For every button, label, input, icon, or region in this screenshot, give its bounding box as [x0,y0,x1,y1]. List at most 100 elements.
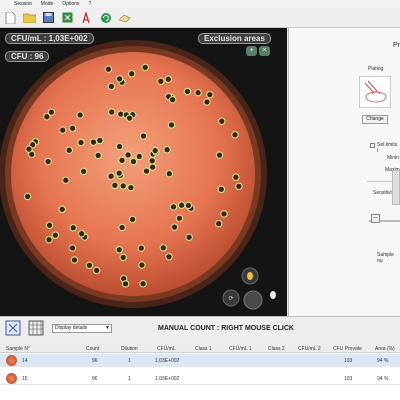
colony-marker[interactable] [111,181,119,190]
colony-marker[interactable] [65,146,73,154]
colony-marker[interactable] [115,75,124,83]
colony-marker[interactable] [115,169,123,177]
colony-marker[interactable] [118,156,126,165]
colony-marker[interactable] [107,82,116,91]
colony-marker[interactable] [142,167,151,175]
colony-marker[interactable] [183,87,192,96]
colony-marker[interactable] [184,201,193,210]
colony-marker[interactable] [121,280,130,288]
colony-marker[interactable] [139,279,147,288]
colony-marker[interactable] [58,205,66,214]
pdf-icon[interactable] [80,11,93,24]
colony-marker[interactable] [92,266,101,275]
colony-marker[interactable] [177,201,186,209]
colony-marker[interactable] [104,65,113,73]
change-plating-button[interactable]: Change [362,115,388,124]
colony-marker[interactable] [129,157,138,166]
grid-icon[interactable] [28,320,44,336]
colony-marker[interactable] [135,152,144,161]
colony-marker[interactable] [107,108,116,116]
colony-marker[interactable] [89,138,98,146]
colony-marker[interactable] [148,163,157,171]
colony-marker[interactable] [165,169,174,178]
set-limits-checkbox[interactable] [370,143,375,148]
colony-marker[interactable] [148,157,156,165]
colony-marker[interactable] [62,176,70,184]
colony-marker[interactable] [159,244,168,252]
refresh-icon[interactable] [99,11,112,24]
colony-marker[interactable] [218,117,226,125]
colony-marker[interactable] [169,203,178,211]
colony-marker[interactable] [68,244,77,252]
colony-marker[interactable] [167,121,176,129]
colony-marker[interactable] [23,192,32,201]
colony-marker[interactable] [220,210,228,218]
colony-marker[interactable] [164,75,173,83]
colony-marker[interactable] [79,167,88,176]
colony-marker[interactable] [115,142,124,151]
colony-marker[interactable] [185,233,193,242]
colony-marker[interactable] [168,96,177,104]
colony-marker[interactable] [214,219,223,228]
colony-marker[interactable] [232,173,240,181]
colony-marker[interactable] [68,124,77,133]
sensitivity-slider-thumb[interactable]: — [371,214,380,223]
excel-export-icon[interactable] [61,11,74,24]
colony-marker[interactable] [25,145,33,153]
colony-marker[interactable] [127,69,136,78]
colony-marker[interactable] [124,151,132,159]
colony-marker[interactable] [70,256,79,264]
remove-exclusion-icon[interactable]: × [259,46,270,56]
colony-marker[interactable] [235,182,243,191]
colony-marker[interactable] [77,229,86,238]
menu-mode[interactable]: Mode [41,1,54,7]
colony-marker[interactable] [215,151,224,159]
add-exclusion-icon[interactable]: + [246,46,257,56]
colony-marker[interactable] [45,221,54,229]
table-row[interactable]: 14 96 1 1,03E+002 103 94 % [0,354,400,367]
colony-marker[interactable] [157,77,165,86]
colony-marker[interactable] [44,157,52,166]
colony-marker[interactable] [115,246,124,254]
colony-marker[interactable] [47,108,56,116]
crop-icon[interactable] [5,320,21,336]
colony-marker[interactable] [141,63,149,72]
save-icon[interactable] [42,11,55,24]
dish-image-viewer[interactable]: CFU/mL : 1,03E+002 CFU : 96 Exclusion ar… [0,28,287,316]
colony-marker[interactable] [194,88,202,97]
colony-marker[interactable] [127,183,135,192]
new-file-icon[interactable] [4,11,17,24]
table-row[interactable]: 15 96 1 1,03E+002 103 94 % [0,372,400,385]
display-details-select[interactable]: Display details ▼ [52,324,112,333]
menu-help[interactable]: ? [89,1,92,7]
colony-marker[interactable] [96,136,104,145]
colony-marker[interactable] [45,235,53,244]
exclusion-areas-button[interactable]: Exclusion areas [198,33,271,44]
colony-marker[interactable] [119,182,127,190]
colony-marker[interactable] [58,126,67,134]
colony-marker[interactable] [118,223,126,232]
colony-marker[interactable] [163,145,171,154]
colony-marker[interactable] [69,223,77,232]
colony-marker[interactable] [107,172,115,180]
bulb-icon[interactable] [270,291,276,299]
panel-scrollbar[interactable] [392,170,400,205]
menu-options[interactable]: Options [62,1,79,7]
colony-marker[interactable] [217,185,226,194]
colony-marker[interactable] [231,131,239,139]
colony-marker[interactable] [203,98,211,106]
colony-marker[interactable] [137,244,146,252]
open-folder-icon[interactable] [23,11,36,24]
menu-session[interactable]: Session [14,1,32,7]
colony-marker[interactable] [175,214,184,223]
colony-marker[interactable] [165,253,173,261]
colony-marker[interactable] [94,151,102,160]
colony-marker[interactable] [119,253,127,262]
colony-marker[interactable] [125,114,134,122]
colony-marker[interactable] [51,231,60,239]
zoom-icon[interactable] [243,290,263,310]
colony-marker[interactable] [170,223,179,231]
colony-marker[interactable] [128,215,137,224]
eraser-icon[interactable] [118,11,131,24]
colony-marker[interactable] [206,90,214,99]
